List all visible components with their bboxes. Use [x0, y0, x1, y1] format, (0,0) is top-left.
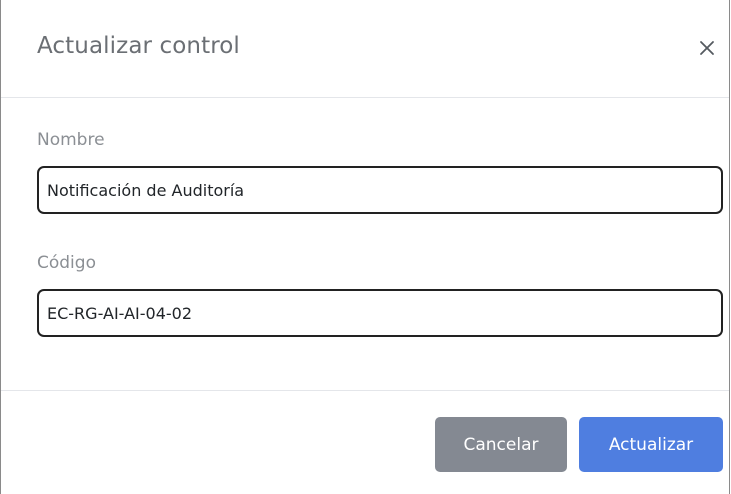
- dialog-body: Nombre Código: [1, 98, 729, 390]
- nombre-label: Nombre: [37, 130, 105, 150]
- close-button[interactable]: [695, 36, 719, 60]
- codigo-input[interactable]: [37, 289, 723, 337]
- nombre-input[interactable]: [37, 166, 723, 214]
- dialog-header: Actualizar control: [1, 0, 729, 98]
- codigo-label: Código: [37, 253, 96, 273]
- close-icon: [695, 36, 719, 60]
- dialog-footer: Cancelar Actualizar: [1, 390, 729, 494]
- dialog-title: Actualizar control: [37, 33, 240, 59]
- update-control-dialog: Actualizar control Nombre Código Cancela…: [0, 0, 730, 494]
- update-button[interactable]: Actualizar: [579, 417, 723, 472]
- cancel-button[interactable]: Cancelar: [435, 417, 567, 472]
